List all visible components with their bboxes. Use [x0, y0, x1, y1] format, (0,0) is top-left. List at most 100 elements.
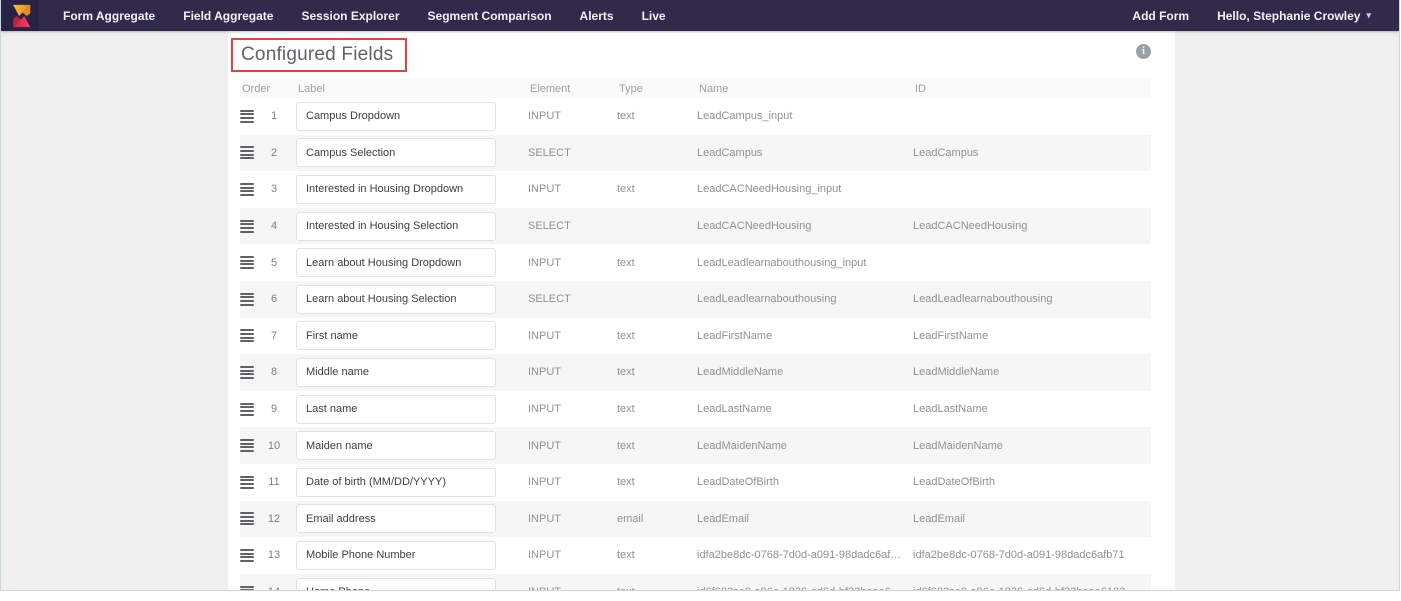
- drag-handle-icon[interactable]: [240, 366, 254, 379]
- column-header-name: Name: [697, 83, 913, 95]
- info-icon[interactable]: i: [1136, 44, 1151, 59]
- id-value: id6f603ce0-a96e-1836-ed6d-bf23beaa6103: [913, 586, 1151, 591]
- drag-handle-icon[interactable]: [240, 586, 254, 591]
- id-value: LeadLeadlearnabouthousing: [913, 293, 1151, 305]
- name-value: LeadCACNeedHousing_input: [697, 183, 913, 195]
- chevron-down-icon: ▾: [1366, 10, 1371, 21]
- nav-menu: Form Aggregate Field Aggregate Session E…: [49, 0, 680, 31]
- column-header-label: Label: [296, 83, 528, 95]
- add-form-button[interactable]: Add Form: [1118, 0, 1203, 31]
- id-value: LeadLastName: [913, 403, 1151, 415]
- order-number: 4: [258, 220, 296, 232]
- nav-item-alerts[interactable]: Alerts: [566, 0, 628, 31]
- drag-handle-icon[interactable]: [240, 293, 254, 306]
- table-row: 5 INPUT text LeadLeadlearnabouthousing_i…: [240, 244, 1151, 281]
- id-value: idfa2be8dc-0768-7d0d-a091-98dadc6afb71: [913, 549, 1151, 561]
- label-input[interactable]: [296, 285, 496, 314]
- drag-handle-icon[interactable]: [240, 476, 254, 489]
- top-nav: Form Aggregate Field Aggregate Session E…: [1, 0, 1399, 31]
- user-greeting: Hello, Stephanie Crowley: [1217, 9, 1360, 23]
- nav-item-segment-comparison[interactable]: Segment Comparison: [414, 0, 566, 31]
- element-value: INPUT: [528, 586, 617, 591]
- element-value: INPUT: [528, 110, 617, 122]
- table-row: 6 SELECT LeadLeadlearnabouthousing LeadL…: [240, 281, 1151, 318]
- name-value: LeadDateOfBirth: [697, 476, 913, 488]
- nav-right: Add Form Hello, Stephanie Crowley ▾: [1118, 0, 1399, 31]
- column-header-id: ID: [913, 83, 1151, 95]
- order-number: 5: [258, 257, 296, 269]
- label-input[interactable]: [296, 504, 496, 533]
- type-value: text: [617, 366, 697, 378]
- name-value: LeadMaidenName: [697, 440, 913, 452]
- label-input[interactable]: [296, 321, 496, 350]
- table-row: 7 INPUT text LeadFirstName LeadFirstName: [240, 318, 1151, 355]
- label-input[interactable]: [296, 138, 496, 167]
- element-value: INPUT: [528, 366, 617, 378]
- label-input[interactable]: [296, 431, 496, 460]
- nav-item-field-aggregate[interactable]: Field Aggregate: [169, 0, 287, 31]
- order-number: 2: [258, 147, 296, 159]
- type-value: text: [617, 257, 697, 269]
- page-title: Configured Fields: [241, 44, 393, 66]
- order-number: 1: [258, 110, 296, 122]
- drag-handle-icon[interactable]: [240, 256, 254, 269]
- label-input[interactable]: [296, 578, 496, 591]
- nav-item-session-explorer[interactable]: Session Explorer: [287, 0, 413, 31]
- label-input[interactable]: [296, 468, 496, 497]
- nav-item-live[interactable]: Live: [628, 0, 680, 31]
- name-value: LeadLeadlearnabouthousing: [697, 293, 913, 305]
- nav-item-form-aggregate[interactable]: Form Aggregate: [49, 0, 169, 31]
- content-panel: Configured Fields i Order Label Element …: [228, 31, 1175, 591]
- label-input[interactable]: [296, 102, 496, 131]
- drag-handle-icon[interactable]: [240, 512, 254, 525]
- table-row: 3 INPUT text LeadCACNeedHousing_input: [240, 171, 1151, 208]
- label-input[interactable]: [296, 541, 496, 570]
- drag-handle-icon[interactable]: [240, 329, 254, 342]
- type-value: email: [617, 513, 697, 525]
- name-value: LeadEmail: [697, 513, 913, 525]
- drag-handle-icon[interactable]: [240, 403, 254, 416]
- label-input[interactable]: [296, 395, 496, 424]
- table-row: 9 INPUT text LeadLastName LeadLastName: [240, 391, 1151, 428]
- element-value: INPUT: [528, 513, 617, 525]
- element-value: INPUT: [528, 549, 617, 561]
- order-number: 11: [258, 476, 296, 488]
- element-value: INPUT: [528, 330, 617, 342]
- table-row: 11 INPUT text LeadDateOfBirth LeadDateOf…: [240, 464, 1151, 501]
- zuko-logo[interactable]: [1, 0, 39, 31]
- label-input[interactable]: [296, 212, 496, 241]
- name-value: LeadFirstName: [697, 330, 913, 342]
- page-background: Configured Fields i Order Label Element …: [1, 31, 1399, 591]
- name-value: LeadLastName: [697, 403, 913, 415]
- id-value: LeadMiddleName: [913, 366, 1151, 378]
- name-value: LeadCACNeedHousing: [697, 220, 913, 232]
- drag-handle-icon[interactable]: [240, 549, 254, 562]
- table-row: 10 INPUT text LeadMaidenName LeadMaidenN…: [240, 427, 1151, 464]
- drag-handle-icon[interactable]: [240, 439, 254, 452]
- drag-handle-icon[interactable]: [240, 110, 254, 123]
- order-number: 14: [258, 586, 296, 591]
- label-input[interactable]: [296, 358, 496, 387]
- drag-handle-icon[interactable]: [240, 146, 254, 159]
- table-row: 8 INPUT text LeadMiddleName LeadMiddleNa…: [240, 354, 1151, 391]
- table-header: Order Label Element Type Name ID: [240, 79, 1151, 98]
- type-value: text: [617, 586, 697, 591]
- element-value: INPUT: [528, 183, 617, 195]
- order-number: 13: [258, 549, 296, 561]
- id-value: LeadFirstName: [913, 330, 1151, 342]
- user-menu[interactable]: Hello, Stephanie Crowley ▾: [1203, 0, 1385, 31]
- table-row: 2 SELECT LeadCampus LeadCampus: [240, 135, 1151, 172]
- type-value: text: [617, 183, 697, 195]
- drag-handle-icon[interactable]: [240, 220, 254, 233]
- type-value: text: [617, 403, 697, 415]
- name-value: LeadLeadlearnabouthousing_input: [697, 257, 913, 269]
- order-number: 3: [258, 183, 296, 195]
- name-value: idfa2be8dc-0768-7d0d-a091-98dadc6afb71: [697, 549, 913, 561]
- label-input[interactable]: [296, 175, 496, 204]
- drag-handle-icon[interactable]: [240, 183, 254, 196]
- label-input[interactable]: [296, 248, 496, 277]
- table-row: 12 INPUT email LeadEmail LeadEmail: [240, 501, 1151, 538]
- table-row: 14 INPUT text id6f603ce0-a96e-1836-ed6d-…: [240, 574, 1151, 591]
- name-value: LeadMiddleName: [697, 366, 913, 378]
- browser-viewport: Form Aggregate Field Aggregate Session E…: [0, 0, 1400, 591]
